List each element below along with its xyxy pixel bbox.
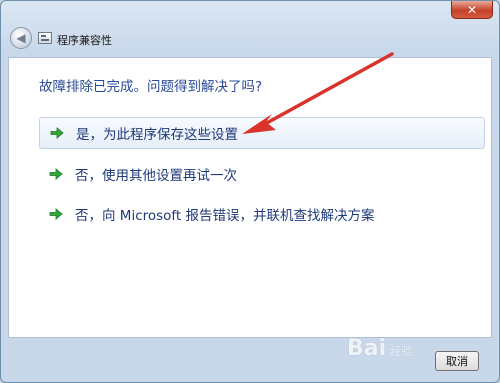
- option-try-other-settings[interactable]: 否，使用其他设置再试一次: [39, 158, 485, 190]
- close-icon: ✕: [466, 2, 478, 17]
- window-title: 程序兼容性: [57, 34, 112, 47]
- nav-row: ◀ 程序兼容性: [1, 25, 499, 55]
- content-panel: 故障排除已完成。问题得到解决了吗? 是，为此程序保存这些设置 否，使用其他设置再…: [8, 57, 492, 338]
- title-bar[interactable]: ✕: [1, 1, 499, 23]
- green-arrow-icon: [50, 125, 66, 141]
- cancel-button[interactable]: 取消: [435, 351, 479, 371]
- option-label: 否，使用其他设置再试一次: [75, 168, 237, 184]
- back-arrow-icon: ◀: [16, 31, 26, 45]
- option-label: 否，向 Microsoft 报告错误，并联机查找解决方案: [75, 208, 375, 224]
- green-arrow-icon: [49, 166, 65, 182]
- option-save-settings[interactable]: 是，为此程序保存这些设置: [39, 117, 485, 149]
- green-arrow-icon: [49, 206, 65, 222]
- back-button[interactable]: ◀: [10, 27, 32, 49]
- page-heading: 故障排除已完成。问题得到解决了吗?: [39, 79, 263, 95]
- close-button[interactable]: ✕: [451, 1, 493, 19]
- program-icon: [38, 32, 52, 44]
- watermark: Bai 经验: [347, 336, 413, 361]
- option-report-to-microsoft[interactable]: 否，向 Microsoft 报告错误，并联机查找解决方案: [39, 198, 485, 230]
- compatibility-window: ✕ ◀ 程序兼容性 故障排除已完成。问题得到解决了吗? 是，为此程序保存这些设置…: [0, 0, 500, 383]
- option-label: 是，为此程序保存这些设置: [76, 127, 238, 143]
